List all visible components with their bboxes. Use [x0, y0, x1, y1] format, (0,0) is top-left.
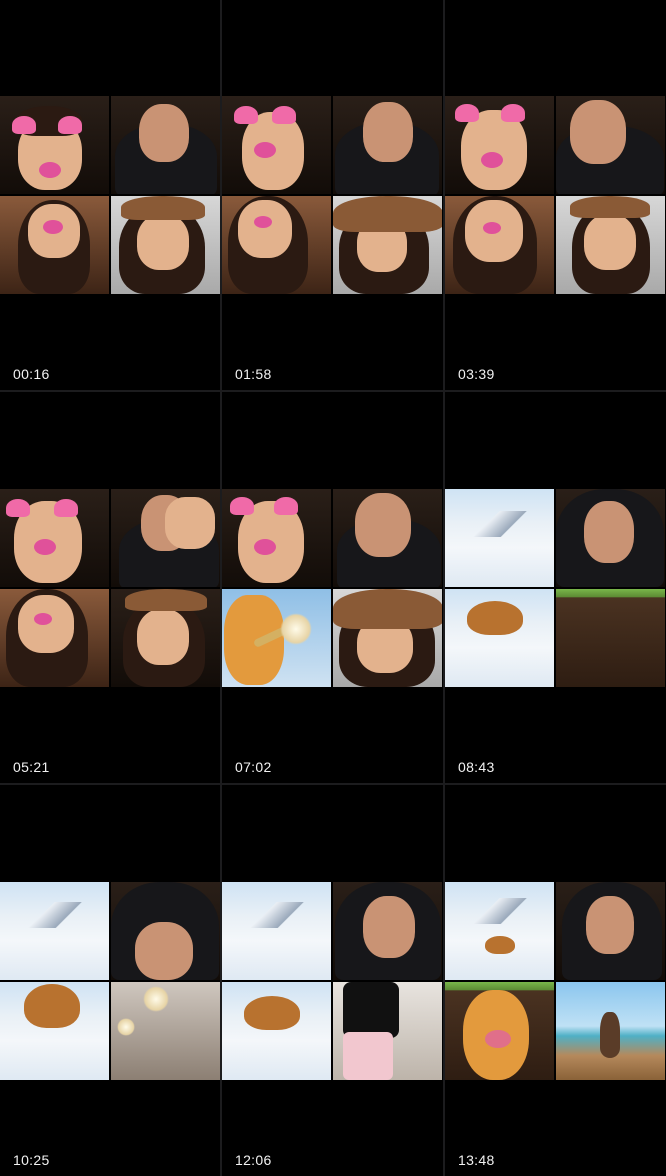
video-tile — [556, 196, 665, 294]
video-tile — [445, 882, 554, 980]
video-tile — [111, 882, 220, 980]
video-tile — [445, 489, 554, 587]
frame-thumbnail[interactable]: 08:43 — [445, 392, 666, 783]
video-tile — [556, 489, 665, 587]
video-tile — [333, 96, 442, 194]
timestamp: 07:02 — [235, 759, 272, 775]
video-tile — [111, 96, 220, 194]
video-tile — [445, 96, 554, 194]
video-tile — [0, 96, 109, 194]
frame-thumbnail[interactable]: 10:25 — [0, 785, 220, 1176]
video-tile — [445, 196, 554, 294]
video-tile — [222, 982, 331, 1080]
video-tile — [111, 589, 220, 687]
video-tile — [222, 882, 331, 980]
video-tile — [111, 196, 220, 294]
frame-thumbnail[interactable]: 03:39 — [445, 0, 666, 390]
video-tile — [445, 982, 554, 1080]
video-tile — [0, 589, 109, 687]
timestamp: 08:43 — [458, 759, 495, 775]
video-tile — [111, 982, 220, 1080]
video-tile — [556, 96, 665, 194]
frame-thumbnail[interactable]: 07:02 — [222, 392, 443, 783]
frame-thumbnail[interactable]: 05:21 — [0, 392, 220, 783]
timestamp: 10:25 — [13, 1152, 50, 1168]
timestamp: 12:06 — [235, 1152, 272, 1168]
video-tile — [222, 96, 331, 194]
video-tile — [222, 196, 331, 294]
video-tile — [333, 196, 442, 294]
video-tile — [0, 489, 109, 587]
frame-thumbnail[interactable]: 12:06 — [222, 785, 443, 1176]
frame-thumbnail[interactable]: 00:16 — [0, 0, 220, 390]
video-tile — [556, 589, 665, 687]
frame-thumbnail[interactable]: 01:58 — [222, 0, 443, 390]
timestamp: 05:21 — [13, 759, 50, 775]
timestamp: 01:58 — [235, 366, 272, 382]
video-thumbnail-grid: 00:16 01:58 03:39 05:21 07:02 08:43 10:2… — [0, 0, 666, 1176]
video-tile — [333, 982, 442, 1080]
timestamp: 03:39 — [458, 366, 495, 382]
video-tile — [111, 489, 220, 587]
video-tile — [556, 982, 665, 1080]
timestamp: 00:16 — [13, 366, 50, 382]
video-tile — [445, 589, 554, 687]
video-tile — [0, 196, 109, 294]
video-tile — [556, 882, 665, 980]
video-tile — [333, 589, 442, 687]
video-tile — [222, 589, 331, 687]
video-tile — [333, 489, 442, 587]
video-tile — [0, 882, 109, 980]
frame-thumbnail[interactable]: 13:48 — [445, 785, 666, 1176]
video-tile — [222, 489, 331, 587]
video-tile — [333, 882, 442, 980]
video-tile — [0, 982, 109, 1080]
timestamp: 13:48 — [458, 1152, 495, 1168]
